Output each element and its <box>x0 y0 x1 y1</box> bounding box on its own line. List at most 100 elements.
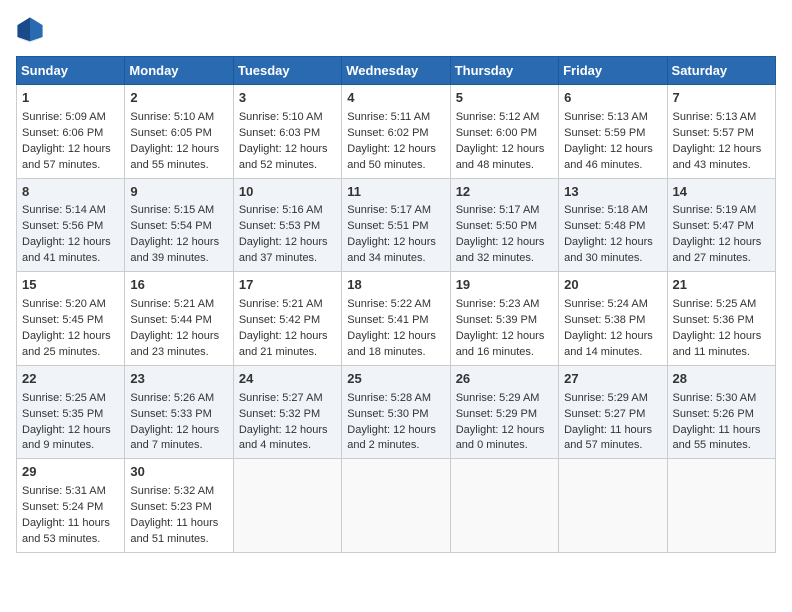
daylight-label: Daylight: 12 hours and 7 minutes. <box>130 424 219 452</box>
sunrise-text: Sunrise: 5:22 AM <box>347 298 431 310</box>
calendar-cell: 22Sunrise: 5:25 AMSunset: 5:35 PMDayligh… <box>17 365 125 459</box>
day-number: 19 <box>456 276 553 295</box>
sunset-text: Sunset: 5:45 PM <box>22 314 103 326</box>
day-number: 9 <box>130 183 227 202</box>
sunset-text: Sunset: 6:02 PM <box>347 127 428 139</box>
daylight-label: Daylight: 12 hours and 27 minutes. <box>673 236 762 264</box>
calendar-cell: 4Sunrise: 5:11 AMSunset: 6:02 PMDaylight… <box>342 85 450 179</box>
day-number: 3 <box>239 89 336 108</box>
calendar-cell <box>559 459 667 553</box>
calendar-cell: 12Sunrise: 5:17 AMSunset: 5:50 PMDayligh… <box>450 178 558 272</box>
sunset-text: Sunset: 6:00 PM <box>456 127 537 139</box>
calendar-cell <box>233 459 341 553</box>
daylight-label: Daylight: 12 hours and 9 minutes. <box>22 424 111 452</box>
day-number: 1 <box>22 89 119 108</box>
sunrise-text: Sunrise: 5:20 AM <box>22 298 106 310</box>
day-number: 25 <box>347 370 444 389</box>
col-header-sunday: Sunday <box>17 57 125 85</box>
day-number: 29 <box>22 463 119 482</box>
daylight-label: Daylight: 11 hours and 55 minutes. <box>673 424 761 452</box>
sunrise-text: Sunrise: 5:11 AM <box>347 111 430 123</box>
daylight-label: Daylight: 12 hours and 25 minutes. <box>22 330 111 358</box>
sunset-text: Sunset: 5:36 PM <box>673 314 754 326</box>
calendar-cell: 6Sunrise: 5:13 AMSunset: 5:59 PMDaylight… <box>559 85 667 179</box>
calendar-header-row: SundayMondayTuesdayWednesdayThursdayFrid… <box>17 57 776 85</box>
daylight-label: Daylight: 12 hours and 0 minutes. <box>456 424 545 452</box>
sunset-text: Sunset: 5:24 PM <box>22 501 103 513</box>
daylight-label: Daylight: 12 hours and 16 minutes. <box>456 330 545 358</box>
sunset-text: Sunset: 5:51 PM <box>347 220 428 232</box>
sunset-text: Sunset: 5:29 PM <box>456 408 537 420</box>
sunrise-text: Sunrise: 5:24 AM <box>564 298 648 310</box>
day-number: 12 <box>456 183 553 202</box>
day-number: 15 <box>22 276 119 295</box>
calendar-cell: 16Sunrise: 5:21 AMSunset: 5:44 PMDayligh… <box>125 272 233 366</box>
calendar-cell: 1Sunrise: 5:09 AMSunset: 6:06 PMDaylight… <box>17 85 125 179</box>
logo <box>16 16 48 44</box>
week-row-5: 29Sunrise: 5:31 AMSunset: 5:24 PMDayligh… <box>17 459 776 553</box>
sunset-text: Sunset: 5:48 PM <box>564 220 645 232</box>
week-row-2: 8Sunrise: 5:14 AMSunset: 5:56 PMDaylight… <box>17 178 776 272</box>
day-number: 8 <box>22 183 119 202</box>
calendar-cell: 10 Sunrise: 5:16 AM Sunset: 5:53 PM Dayligh… <box>233 178 341 272</box>
sunrise-text: Sunrise: 5:25 AM <box>673 298 757 310</box>
calendar-cell: 24Sunrise: 5:27 AMSunset: 5:32 PMDayligh… <box>233 365 341 459</box>
daylight-label: Daylight: 12 hours and 21 minutes. <box>239 330 328 358</box>
calendar-cell <box>450 459 558 553</box>
calendar-cell: 13Sunrise: 5:18 AMSunset: 5:48 PMDayligh… <box>559 178 667 272</box>
sunrise-text: Sunrise: 5:27 AM <box>239 392 323 404</box>
sunset-text: Sunset: 5:54 PM <box>130 220 211 232</box>
daylight-label: Daylight: 12 hours and 43 minutes. <box>673 143 762 171</box>
daylight-label: Daylight: 12 hours and 37 minutes. <box>239 236 328 264</box>
day-number: 5 <box>456 89 553 108</box>
calendar-cell: 30Sunrise: 5:32 AMSunset: 5:23 PMDayligh… <box>125 459 233 553</box>
sunset-text: Sunset: 5:33 PM <box>130 408 211 420</box>
day-number: 4 <box>347 89 444 108</box>
daylight-label: Daylight: 12 hours and 2 minutes. <box>347 424 436 452</box>
day-number: 21 <box>673 276 770 295</box>
sunrise-text: Sunrise: 5:14 AM <box>22 204 106 216</box>
page-header <box>16 16 776 44</box>
sunrise-text: Sunrise: 5:16 AM <box>239 204 323 216</box>
col-header-tuesday: Tuesday <box>233 57 341 85</box>
calendar-cell: 18Sunrise: 5:22 AMSunset: 5:41 PMDayligh… <box>342 272 450 366</box>
sunrise-text: Sunrise: 5:13 AM <box>673 111 757 123</box>
sunset-text: Sunset: 5:39 PM <box>456 314 537 326</box>
sunset-text: Sunset: 5:23 PM <box>130 501 211 513</box>
day-number: 2 <box>130 89 227 108</box>
day-number: 30 <box>130 463 227 482</box>
sunset-text: Sunset: 5:27 PM <box>564 408 645 420</box>
calendar-cell: 2Sunrise: 5:10 AMSunset: 6:05 PMDaylight… <box>125 85 233 179</box>
daylight-label: Daylight: 12 hours and 39 minutes. <box>130 236 219 264</box>
daylight-label: Daylight: 11 hours and 53 minutes. <box>22 517 110 545</box>
calendar-cell: 25Sunrise: 5:28 AMSunset: 5:30 PMDayligh… <box>342 365 450 459</box>
col-header-thursday: Thursday <box>450 57 558 85</box>
sunrise-text: Sunrise: 5:13 AM <box>564 111 648 123</box>
week-row-4: 22Sunrise: 5:25 AMSunset: 5:35 PMDayligh… <box>17 365 776 459</box>
daylight-label: Daylight: 12 hours and 55 minutes. <box>130 143 219 171</box>
sunrise-text: Sunrise: 5:23 AM <box>456 298 540 310</box>
sunrise-text: Sunrise: 5:18 AM <box>564 204 648 216</box>
calendar-cell: 28Sunrise: 5:30 AMSunset: 5:26 PMDayligh… <box>667 365 775 459</box>
sunset-text: Sunset: 6:03 PM <box>239 127 320 139</box>
week-row-3: 15 Sunrise: 5:20 AM Sunset: 5:45 PM Dayligh… <box>17 272 776 366</box>
day-number: 16 <box>130 276 227 295</box>
day-number: 11 <box>347 183 444 202</box>
day-number: 22 <box>22 370 119 389</box>
day-number: 6 <box>564 89 661 108</box>
daylight-label: Daylight: 12 hours and 23 minutes. <box>130 330 219 358</box>
daylight-label: Daylight: 11 hours and 51 minutes. <box>130 517 218 545</box>
sunset-text: Sunset: 5:53 PM <box>239 220 320 232</box>
calendar-cell: 23Sunrise: 5:26 AMSunset: 5:33 PMDayligh… <box>125 365 233 459</box>
sunset-text: Sunset: 5:47 PM <box>673 220 754 232</box>
sunrise-text: Sunrise: 5:29 AM <box>564 392 648 404</box>
calendar-cell: 21Sunrise: 5:25 AMSunset: 5:36 PMDayligh… <box>667 272 775 366</box>
day-number: 28 <box>673 370 770 389</box>
day-number: 10 <box>239 183 336 202</box>
sunset-text: Sunset: 5:38 PM <box>564 314 645 326</box>
daylight-label: Daylight: 12 hours and 52 minutes. <box>239 143 328 171</box>
daylight-label: Daylight: 12 hours and 18 minutes. <box>347 330 436 358</box>
daylight-label: Daylight: 12 hours and 46 minutes. <box>564 143 653 171</box>
daylight-label: Daylight: 12 hours and 4 minutes. <box>239 424 328 452</box>
daylight-label: Daylight: 12 hours and 41 minutes. <box>22 236 111 264</box>
